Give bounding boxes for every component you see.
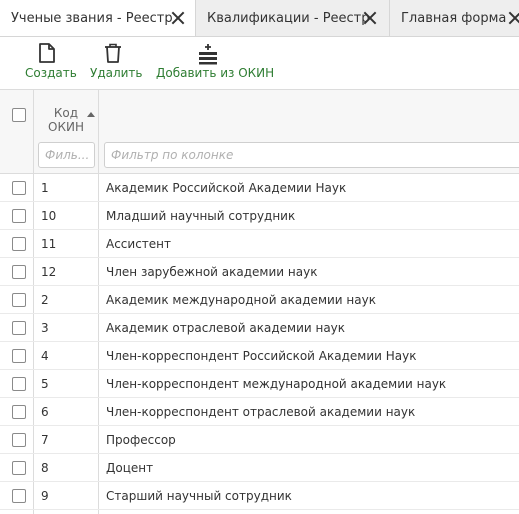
close-icon[interactable] bbox=[508, 11, 519, 25]
row-code: 11 bbox=[41, 237, 57, 251]
row-checkbox[interactable] bbox=[12, 461, 26, 475]
row-checkbox[interactable] bbox=[12, 433, 26, 447]
delete-button[interactable]: Удалить bbox=[88, 37, 143, 87]
row-name: Академик Российской Академии Наук bbox=[106, 181, 347, 195]
column-header-code[interactable]: Код ОКИН bbox=[34, 106, 98, 134]
row-checkbox[interactable] bbox=[12, 181, 26, 195]
row-name: Член-корреспондент отраслевой академии н… bbox=[106, 405, 416, 419]
row-code: 12 bbox=[41, 265, 57, 279]
row-name: Член-корреспондент международной академи… bbox=[106, 377, 447, 391]
row-checkbox[interactable] bbox=[12, 265, 26, 279]
row-checkbox[interactable] bbox=[12, 293, 26, 307]
tab-academic-ranks[interactable]: Ученые звания - Реестр bbox=[0, 0, 196, 36]
data-grid: Код ОКИН 1 Академик Российской Академии Н… bbox=[0, 89, 519, 514]
trash-icon bbox=[105, 43, 121, 63]
tab-label: Ученые звания - Реестр bbox=[11, 11, 173, 26]
new-document-icon bbox=[39, 43, 55, 63]
row-checkbox[interactable] bbox=[12, 321, 26, 335]
table-row[interactable]: 7 Профессор bbox=[0, 426, 519, 454]
filter-name-input[interactable] bbox=[104, 142, 519, 168]
filter-code-input[interactable] bbox=[38, 142, 95, 168]
row-checkbox[interactable] bbox=[12, 489, 26, 503]
column-header-code-line2: ОКИН bbox=[48, 120, 84, 134]
row-code: 7 bbox=[41, 433, 49, 447]
row-code: 8 bbox=[41, 461, 49, 475]
row-code: 1 bbox=[41, 181, 49, 195]
row-code: 10 bbox=[41, 209, 57, 223]
tab-main-form[interactable]: Главная форма bbox=[390, 0, 519, 36]
row-name: Младший научный сотрудник bbox=[106, 209, 296, 223]
row-name: Старший научный сотрудник bbox=[106, 489, 292, 503]
table-row[interactable]: 4 Член-корреспондент Российской Академии … bbox=[0, 342, 519, 370]
grid-header: Код ОКИН bbox=[0, 90, 519, 174]
list-add-icon bbox=[199, 44, 217, 65]
row-name: Академик отраслевой академии наук bbox=[106, 321, 346, 335]
row-code: 2 bbox=[41, 293, 49, 307]
row-name: Член-корреспондент Российской Академии Н… bbox=[106, 349, 417, 363]
table-row[interactable]: 6 Член-корреспондент отраслевой академии … bbox=[0, 398, 519, 426]
table-row[interactable]: 12 Член зарубежной академии наук bbox=[0, 258, 519, 286]
tab-label: Главная форма bbox=[401, 11, 507, 26]
table-row[interactable]: 8 Доцент bbox=[0, 454, 519, 482]
table-row[interactable]: 9 Старший научный сотрудник bbox=[0, 482, 519, 510]
row-name: Академик международной академии наук bbox=[106, 293, 376, 307]
close-icon[interactable] bbox=[363, 11, 377, 25]
add-from-okin-label: Добавить из ОКИН bbox=[156, 66, 275, 80]
row-code: 3 bbox=[41, 321, 49, 335]
table-row[interactable]: 5 Член-корреспондент международной академ… bbox=[0, 370, 519, 398]
table-row[interactable]: 10 Младший научный сотрудник bbox=[0, 202, 519, 230]
table-row[interactable]: 11 Ассистент bbox=[0, 230, 519, 258]
tab-label: Квалификации - Реестр bbox=[207, 11, 370, 26]
row-checkbox[interactable] bbox=[12, 405, 26, 419]
delete-label: Удалить bbox=[90, 66, 143, 80]
toolbar: Создать Удалить Добавить из ОКИН bbox=[0, 37, 519, 87]
row-name: Член зарубежной академии наук bbox=[106, 265, 318, 279]
grid-rows: 1 Академик Российской Академии Наук 10 Мла… bbox=[0, 174, 519, 510]
row-checkbox[interactable] bbox=[12, 209, 26, 223]
select-all-checkbox[interactable] bbox=[12, 108, 26, 122]
add-from-okin-button[interactable]: Добавить из ОКИН bbox=[155, 37, 274, 87]
create-button[interactable]: Создать bbox=[22, 37, 77, 87]
tab-bar: Ученые звания - Реестр Квалификации - Ре… bbox=[0, 0, 519, 37]
create-label: Создать bbox=[25, 66, 77, 80]
table-row[interactable]: 3 Академик отраслевой академии наук bbox=[0, 314, 519, 342]
close-icon[interactable] bbox=[171, 11, 185, 25]
row-checkbox[interactable] bbox=[12, 349, 26, 363]
table-row[interactable]: 2 Академик международной академии наук bbox=[0, 286, 519, 314]
row-checkbox[interactable] bbox=[12, 377, 26, 391]
row-code: 9 bbox=[41, 489, 49, 503]
row-name: Профессор bbox=[106, 433, 176, 447]
row-name: Ассистент bbox=[106, 237, 172, 251]
row-code: 6 bbox=[41, 405, 49, 419]
row-code: 5 bbox=[41, 377, 49, 391]
table-row[interactable]: 1 Академик Российской Академии Наук bbox=[0, 174, 519, 202]
sort-ascending-icon[interactable] bbox=[87, 112, 95, 117]
tab-qualifications[interactable]: Квалификации - Реестр bbox=[196, 0, 390, 36]
row-code: 4 bbox=[41, 349, 49, 363]
row-name: Доцент bbox=[106, 461, 154, 475]
row-checkbox[interactable] bbox=[12, 237, 26, 251]
